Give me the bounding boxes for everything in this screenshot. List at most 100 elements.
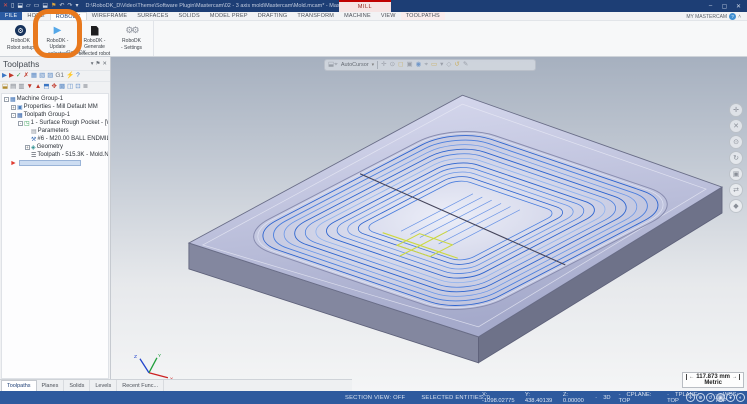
snap-intersection-icon[interactable]: ▣	[406, 62, 412, 69]
highfeed-icon[interactable]: ⚡	[66, 73, 74, 80]
snap-center-icon[interactable]: ⊙	[390, 62, 395, 69]
backside-shading-icon[interactable]: ◐	[736, 393, 745, 402]
robodk-robot-setup-button[interactable]: ⚙ RoboDK Robot setup	[2, 23, 39, 51]
fit-view-button[interactable]: ▣	[729, 167, 743, 181]
flip-view-button[interactable]: ⇄	[729, 183, 743, 197]
simulate-icon[interactable]: ▨	[47, 73, 53, 80]
customize-qat-icon[interactable]: ▾	[75, 3, 78, 9]
verify-icon[interactable]: ▧	[39, 73, 45, 80]
regen-dirty-icon[interactable]: ✗	[23, 73, 28, 80]
tree-item[interactable]: ▤Parameters	[2, 127, 108, 135]
zoom-window-button[interactable]: ✕	[729, 119, 743, 133]
selection-dropdown-icon[interactable]: ▾	[440, 62, 443, 69]
mode-3d-toggle[interactable]: 3D	[595, 395, 610, 401]
tab-drafting[interactable]: DRAFTING	[253, 12, 293, 20]
tree-item[interactable]: ☰Toolpath - 515.3K - Mold.NC - Program	[2, 151, 108, 159]
tree-expander-icon[interactable]: +	[25, 145, 30, 150]
robodk-settings-button[interactable]: ⚙⚙ RoboDK - Settings	[113, 23, 150, 51]
flag-icon[interactable]: ⚑	[51, 3, 56, 9]
move-insert-down-icon[interactable]: ▼	[26, 84, 32, 91]
list-options-icon[interactable]: ≣	[83, 84, 88, 91]
toggle-posting-icon[interactable]: ▥	[18, 84, 24, 91]
scroll-insert-icon[interactable]: ✥	[52, 84, 57, 91]
tree-item[interactable]: -◳1 - Surface Rough Pocket - [WCS: Top] …	[2, 119, 108, 127]
tree-item[interactable]: +◈Geometry	[2, 143, 108, 151]
snap-endpoint-icon[interactable]: ◉	[416, 62, 422, 69]
tab-transform[interactable]: TRANSFORM	[292, 12, 339, 20]
regen-selected-icon[interactable]: ✓	[16, 73, 21, 80]
tab-file[interactable]: FILE	[0, 12, 22, 20]
display-options-button[interactable]: ◆	[729, 199, 743, 213]
redo-icon[interactable]: ↷	[67, 3, 72, 9]
rotation-center-icon[interactable]: ↺	[706, 393, 715, 402]
ambient-light-icon[interactable]: ●	[726, 393, 735, 402]
minimize-button[interactable]: –	[704, 3, 717, 9]
cplane-selector[interactable]: CPLANE: TOP	[619, 392, 659, 404]
unselect-all-operations-icon[interactable]: ▶	[9, 73, 14, 80]
save-as-icon[interactable]: ⬓	[42, 3, 48, 9]
new-file-icon[interactable]: ▯	[11, 3, 14, 9]
autocursor-dropdown-icon[interactable]: ▾	[372, 62, 375, 68]
panel-tab-planes[interactable]: Planes	[37, 380, 65, 391]
backplot-icon[interactable]: ▦	[31, 73, 37, 80]
selection-box-icon[interactable]: ▭	[431, 62, 437, 69]
panel-tab-levels[interactable]: Levels	[90, 380, 117, 391]
print-icon[interactable]: ▭	[34, 3, 40, 9]
autocursor-label[interactable]: AutoCursor	[341, 62, 369, 68]
rotate-view-button[interactable]: ⊙	[729, 135, 743, 149]
tab-view[interactable]: VIEW	[376, 12, 401, 20]
tab-robodk[interactable]: ROBODK	[50, 12, 87, 20]
restore-button[interactable]: ▢	[718, 3, 731, 10]
axes-toggle-icon[interactable]: ⊕	[696, 393, 705, 402]
help-icon[interactable]: ?	[76, 73, 80, 80]
wireframe-select-icon[interactable]: ◇	[446, 62, 451, 69]
graphics-viewport[interactable]: X Y Z ⬓⌖ AutoCursor ▾ ✛⊙◻▣◉⌖▭▾◇↺✎ ✛✕⊙↻▣⇄…	[111, 57, 747, 391]
move-insert-up-icon[interactable]: ▲	[35, 84, 41, 91]
pan-button[interactable]: ✛	[729, 103, 743, 117]
my-mastercam[interactable]: MY MASTERCAM ? ˄	[686, 12, 745, 21]
tree-item[interactable]: -▦Machine Group-1	[2, 95, 108, 103]
tab-solids[interactable]: SOLIDS	[173, 12, 204, 20]
panel-tab-toolpaths[interactable]: Toolpaths	[1, 380, 37, 391]
panel-menu-icon[interactable]: ▾	[91, 61, 94, 67]
collapse-ribbon-icon[interactable]: ˄	[738, 14, 741, 20]
close-button[interactable]: ✕	[732, 3, 745, 10]
panel-close-icon[interactable]: ✕	[102, 61, 107, 67]
sketch-icon[interactable]: ✎	[463, 62, 468, 69]
gnomon-toggle-icon[interactable]: ✛	[686, 393, 695, 402]
tree-item[interactable]: -▦Toolpath Group-1	[2, 111, 108, 119]
autocursor-icon[interactable]: ⌖	[334, 61, 338, 68]
toggle-display-icon[interactable]: ▤	[10, 84, 16, 91]
insert-arrow-icon[interactable]: ⬒	[43, 84, 49, 91]
tree-item[interactable]: ⚒#6 - M20.00 BALL ENDMILL - BALL-NOS	[2, 135, 108, 143]
tab-wireframe[interactable]: WIREFRAME	[87, 12, 132, 20]
shading-active-icon[interactable]: ◉	[716, 393, 725, 402]
snap-midpoint-icon[interactable]: ⌖	[424, 62, 428, 69]
tree-expander-icon[interactable]: -	[4, 97, 9, 102]
single-display-icon[interactable]: ◫	[67, 84, 73, 91]
tab-home[interactable]: HOME	[22, 12, 49, 20]
tab-surfaces[interactable]: SURFACES	[132, 12, 173, 20]
snap-quadrant-icon[interactable]: ◻	[398, 62, 403, 69]
save-icon[interactable]: ⬓	[17, 3, 23, 9]
display-options-icon[interactable]: ▩	[59, 84, 65, 91]
panel-tab-solids[interactable]: Solids	[64, 380, 90, 391]
tree-expander-icon[interactable]: -	[18, 121, 23, 126]
panel-tab-recent-functions[interactable]: Recent Func...	[117, 380, 164, 391]
snap-point-icon[interactable]: ✛	[381, 62, 386, 69]
section-view-status[interactable]: SECTION VIEW: OFF	[345, 395, 405, 401]
display-selected-icon[interactable]: ⊡	[75, 84, 80, 91]
tab-machine[interactable]: MACHINE	[339, 12, 376, 20]
toolpath-insert-marker[interactable]: ►	[2, 159, 108, 167]
tab-model-prep[interactable]: MODEL PREP	[205, 12, 253, 20]
panel-pin-icon[interactable]: ⚑	[95, 61, 100, 67]
post-selected-icon[interactable]: G1	[55, 73, 64, 80]
repaint-icon[interactable]: ↺	[454, 62, 459, 69]
tree-expander-icon[interactable]: +	[11, 105, 16, 110]
spin-view-button[interactable]: ↻	[729, 151, 743, 165]
select-all-operations-icon[interactable]: ▶	[2, 73, 7, 80]
lock-operations-icon[interactable]: ⬓	[2, 84, 8, 91]
tree-expander-icon[interactable]: -	[11, 113, 16, 118]
tab-toolpaths[interactable]: TOOLPATHS	[401, 12, 445, 20]
undo-icon[interactable]: ↶	[59, 3, 64, 9]
